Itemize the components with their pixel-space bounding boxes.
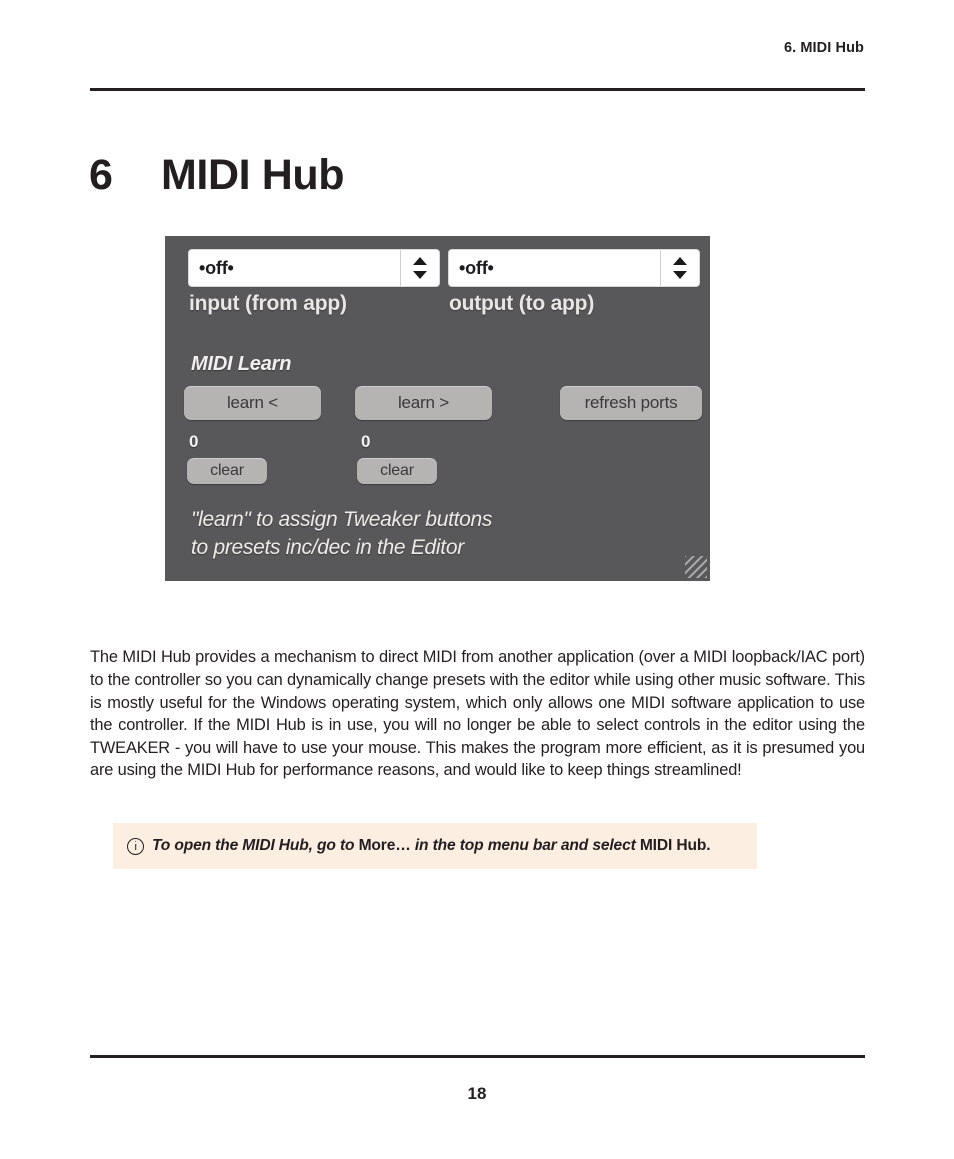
input-port-spinner[interactable] [401, 250, 439, 286]
header-rule [90, 88, 865, 91]
refresh-ports-button[interactable]: refresh ports [560, 386, 702, 420]
learn-right-button[interactable]: learn > [355, 386, 492, 420]
midi-learn-heading: MIDI Learn [191, 353, 292, 375]
spinner-up-arrow-icon[interactable] [413, 257, 427, 265]
spinner-up-arrow-icon[interactable] [673, 257, 687, 265]
input-port-select[interactable]: •off• [189, 250, 439, 286]
chapter-title-text: MIDI Hub [161, 150, 345, 199]
input-port-label: input (from app) [189, 292, 347, 315]
midi-learn-hint-line-2: to presets inc/dec in the Editor [191, 535, 464, 559]
footer-rule [90, 1055, 865, 1058]
callout-text-part-3: . [706, 837, 711, 854]
spinner-down-arrow-icon[interactable] [673, 271, 687, 279]
midi-learn-hint: "learn" to assign Tweaker buttons to pre… [191, 506, 661, 561]
output-port-select[interactable]: •off• [449, 250, 699, 286]
resize-grip-icon[interactable] [685, 556, 707, 578]
callout-text-bold-1: More… [358, 837, 411, 854]
input-port-value[interactable]: •off• [189, 250, 401, 286]
learn-left-button[interactable]: learn < [184, 386, 321, 420]
spinner-down-arrow-icon[interactable] [413, 271, 427, 279]
document-page: 6. MIDI Hub 6 MIDI Hub •off• input (from … [0, 0, 954, 1159]
learn-right-value: 0 [361, 432, 371, 451]
output-port-spinner[interactable] [661, 250, 699, 286]
callout-text-part-2: in the top menu bar and select [410, 837, 640, 854]
midi-hub-app-window: •off• input (from app) •off• output (to … [165, 236, 710, 581]
clear-right-button[interactable]: clear [357, 458, 437, 484]
body-paragraph: The MIDI Hub provides a mechanism to dir… [90, 648, 865, 780]
input-port-group: •off• input (from app) [189, 250, 439, 316]
learn-left-value: 0 [189, 432, 199, 451]
output-port-group: •off• output (to app) [449, 250, 699, 316]
output-port-value[interactable]: •off• [449, 250, 661, 286]
page-number: 18 [467, 1084, 487, 1103]
info-circle-icon [127, 837, 144, 855]
callout-text-part-1: To open the MIDI Hub, go to [152, 837, 359, 854]
callout-text-bold-2: MIDI Hub [639, 837, 707, 854]
info-callout: To open the MIDI Hub, go to More… in the… [113, 823, 757, 869]
chapter-number: 6 [89, 150, 113, 199]
info-callout-text: To open the MIDI Hub, go to More… in the… [152, 837, 711, 855]
running-header: 6. MIDI Hub [783, 40, 864, 56]
port-selection-row: •off• input (from app) •off• output (to … [165, 236, 710, 331]
midi-learn-hint-line-1: "learn" to assign Tweaker buttons [191, 508, 493, 531]
page-title: 6 MIDI Hub [89, 150, 345, 200]
clear-left-button[interactable]: clear [187, 458, 267, 484]
output-port-label: output (to app) [449, 292, 595, 315]
